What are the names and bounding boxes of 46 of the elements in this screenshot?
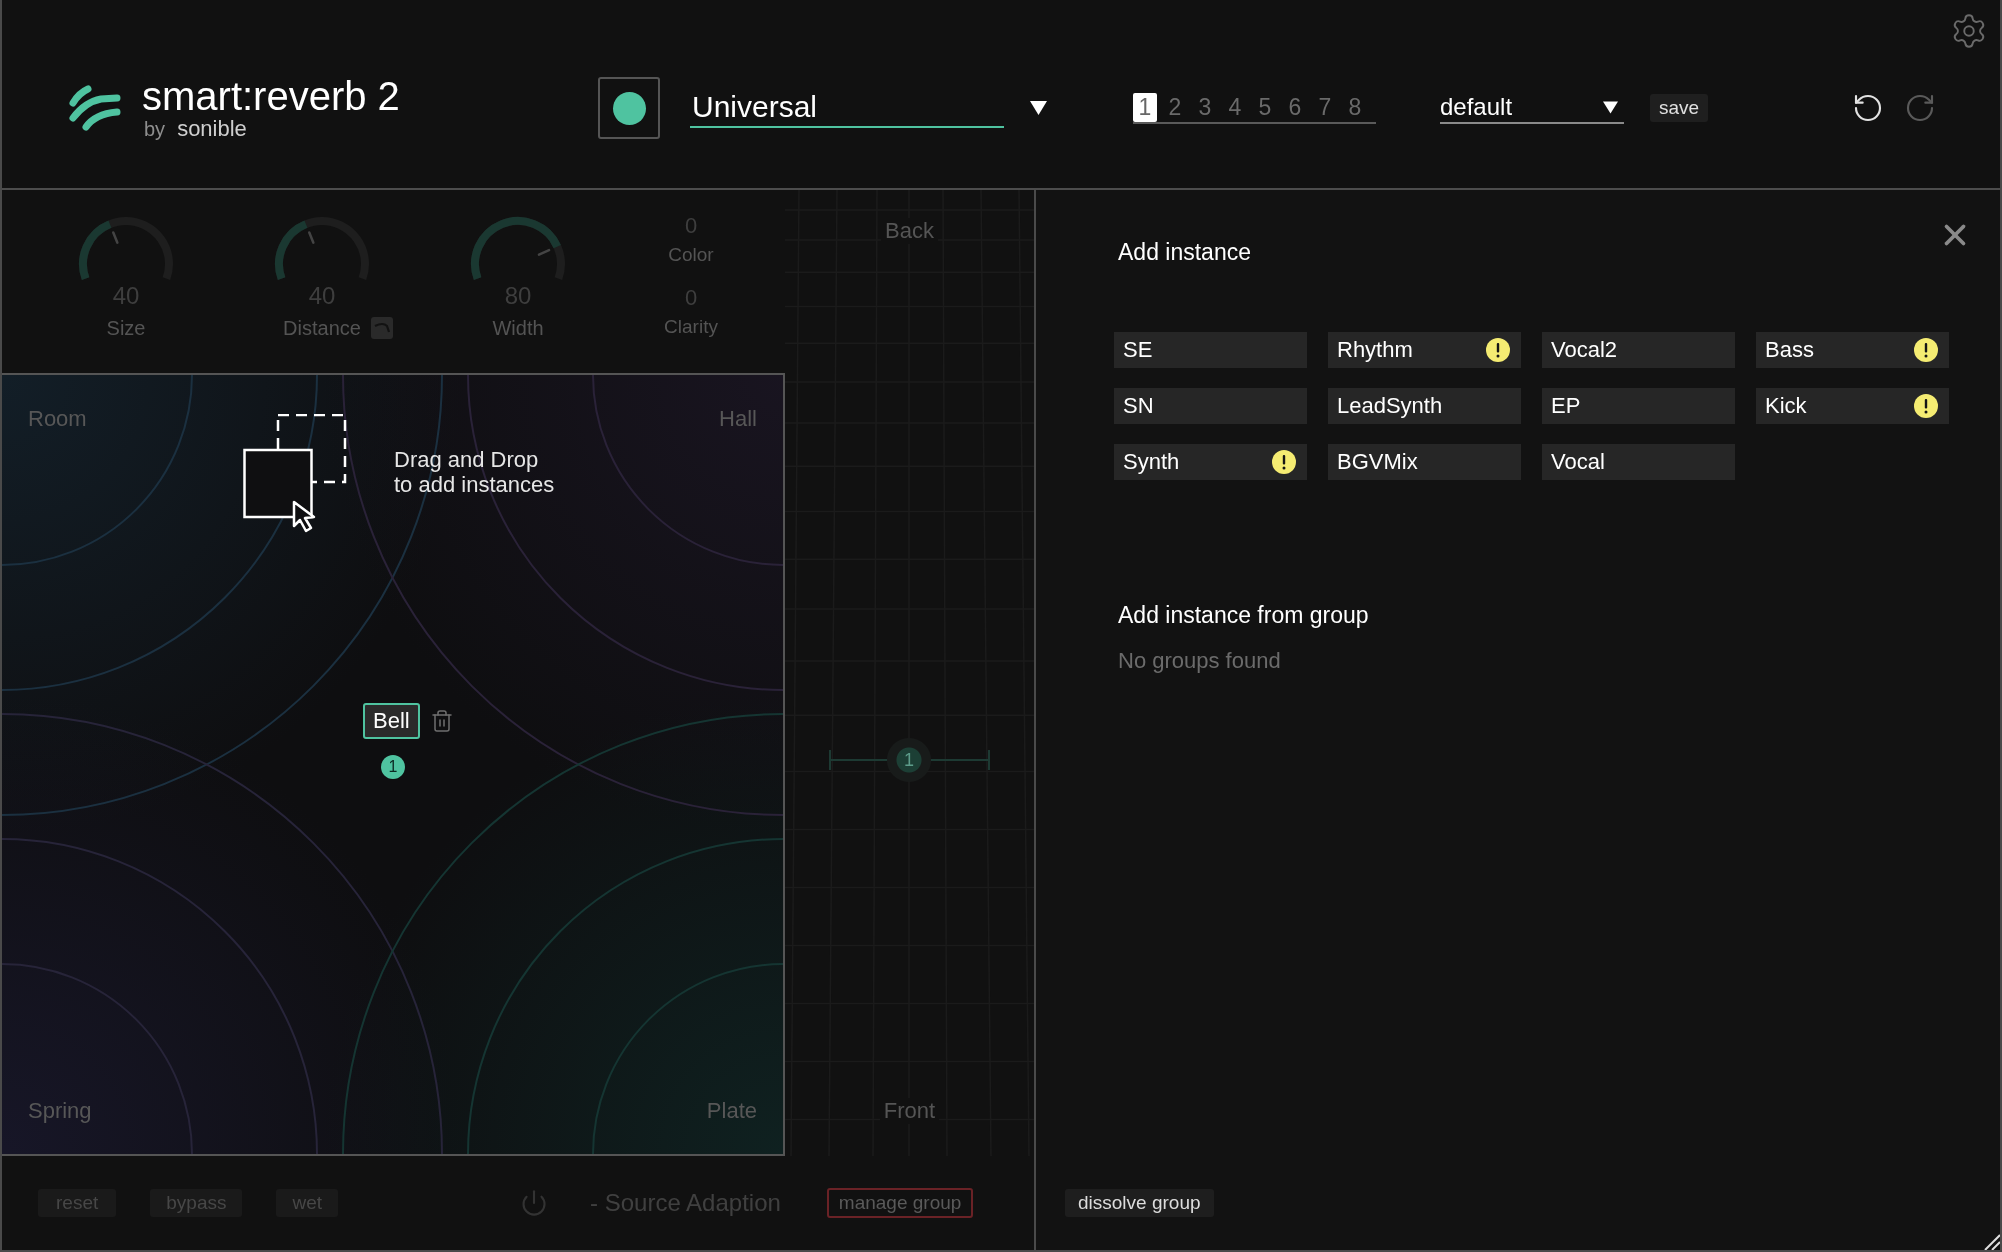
panel-title: Add instance (1118, 238, 1251, 266)
empty-state-text: No groups found (1118, 648, 1281, 674)
instance-option[interactable]: BGVMix (1328, 444, 1521, 480)
depth-label: Front (879, 1098, 940, 1124)
hint-text: Drag and Drop to add instances (394, 447, 555, 497)
instance-option[interactable]: EP (1542, 388, 1735, 424)
knob-label: Size (106, 316, 146, 340)
section-title: Add instance from group (1118, 601, 1369, 629)
instance-tag[interactable]: Bell (363, 703, 420, 739)
parameter-label: Color (668, 244, 714, 266)
curve-toggle-icon[interactable] (370, 317, 393, 339)
zone-label: Spring (28, 1098, 92, 1124)
caret-icon (1030, 101, 1047, 115)
instance-tab[interactable]: 6 (1283, 92, 1307, 122)
instance-tab[interactable]: 3 (1193, 92, 1217, 122)
zone-label: Plate (706, 1098, 757, 1124)
instance-option[interactable]: LeadSynth (1328, 388, 1521, 424)
instance-tab[interactable]: 1 (1133, 92, 1157, 122)
logo-wordmark: smart:reverb 2 (142, 75, 400, 117)
depth-label: Back (881, 218, 938, 244)
dissolve-group-button[interactable]: dissolve group (1065, 1189, 1214, 1217)
reverb-pad[interactable]: Room Hall Spring Plate Drag and Drop to add instances Bell 1 (2, 373, 785, 1156)
instance-option[interactable]: Vocal (1542, 444, 1735, 480)
profile-dropdown[interactable]: Universal (690, 88, 1004, 128)
trash-icon[interactable] (429, 708, 454, 734)
zone-label: Room (28, 406, 87, 432)
instance-option[interactable]: Vocal2 (1542, 332, 1735, 368)
instance-option[interactable]: Kick (1756, 388, 1949, 424)
drag-and-drop-icon (243, 414, 348, 534)
byline-text: by (144, 117, 166, 141)
knob-label: Distance (283, 316, 361, 340)
instance-option[interactable]: SN (1114, 388, 1307, 424)
resize-grip-icon[interactable] (1982, 1232, 2000, 1250)
logo-icon (68, 84, 122, 132)
instance-option[interactable]: Rhythm (1328, 332, 1521, 368)
zone-label: Hall (719, 406, 757, 432)
power-button[interactable] (598, 77, 660, 139)
caret-icon (1603, 100, 1618, 114)
knob-label: Width (492, 316, 544, 340)
instance-option[interactable]: Bass (1756, 332, 1949, 368)
instance-option[interactable]: Synth (1114, 444, 1307, 480)
save-button[interactable]: save (1650, 94, 1709, 122)
preset-dropdown[interactable]: default (1440, 92, 1624, 124)
parameter-label: Clarity (664, 316, 718, 338)
maker-wordmark: sonible (177, 117, 247, 141)
instance-option[interactable]: SE (1114, 332, 1307, 368)
